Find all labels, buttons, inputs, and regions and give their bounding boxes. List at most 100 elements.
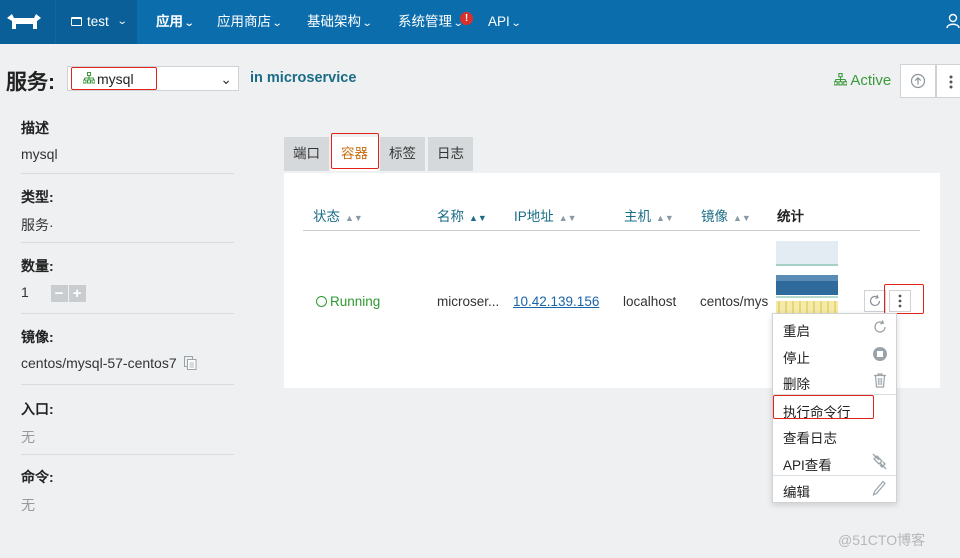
nav-item-api[interactable]: API⌄ xyxy=(488,0,522,44)
column-header-label: 名称 xyxy=(437,209,464,224)
user-icon[interactable] xyxy=(946,13,960,29)
cattle-logo-icon xyxy=(7,14,41,29)
nav-item-label: API xyxy=(488,14,510,29)
logo[interactable] xyxy=(0,0,55,44)
highlight-box xyxy=(884,284,924,314)
chevron-down-icon: ⌄ xyxy=(510,18,522,29)
nav-item-admin[interactable]: 系统管理⌄ xyxy=(398,0,464,44)
column-header-host[interactable]: 主机 ▲▼ xyxy=(624,205,674,225)
decrement-button[interactable]: − xyxy=(50,284,68,302)
column-header-label: 状态 xyxy=(313,209,340,224)
restart-button[interactable] xyxy=(864,290,886,312)
upgrade-button[interactable] xyxy=(900,64,936,98)
nav-item-apps[interactable]: 应用⌄ xyxy=(156,0,195,44)
divider xyxy=(21,313,234,314)
highlight-box xyxy=(331,133,379,169)
service-icon xyxy=(833,73,848,86)
table-header-divider xyxy=(303,230,920,231)
chevron-down-icon: ⌄ xyxy=(361,18,373,29)
service-select[interactable]: mysql ⌄ xyxy=(67,66,239,91)
chevron-down-icon: ⌄ xyxy=(116,16,128,27)
stack-context: in microservice xyxy=(250,70,357,86)
entry-value: 无 xyxy=(21,429,35,445)
entry-section: 入口: 无 xyxy=(21,399,234,447)
highlight-box xyxy=(71,67,157,90)
type-value: 服务· xyxy=(21,217,54,233)
menu-item-view-logs[interactable]: 查看日志 xyxy=(783,427,837,447)
menu-divider xyxy=(773,475,896,476)
nav-item-label: 应用 xyxy=(156,14,183,29)
restart-icon xyxy=(869,294,881,307)
pencil-icon xyxy=(872,480,886,496)
copy-icon[interactable] xyxy=(183,356,197,370)
menu-item-restart[interactable]: 重启 xyxy=(783,320,810,340)
column-header-label: 主机 xyxy=(624,209,651,224)
running-icon xyxy=(316,296,327,307)
divider xyxy=(21,454,234,455)
image-row: centos/mysql-57-centos7 xyxy=(21,355,234,371)
image-section: 镜像: centos/mysql-57-centos7 xyxy=(21,327,234,371)
scale-stepper: − + xyxy=(50,284,87,302)
stop-icon xyxy=(873,347,887,361)
scale-row: 1 − + xyxy=(21,284,234,302)
container-host: localhost xyxy=(623,294,677,309)
service-state: Active xyxy=(833,72,892,89)
scale-label: 数量: xyxy=(21,258,54,274)
page-title: 服务: xyxy=(6,71,55,94)
sort-icon: ▲▼ xyxy=(733,213,751,223)
entry-label: 入口: xyxy=(21,401,54,417)
image-value: centos/mysql-57-centos7 xyxy=(21,355,177,371)
chevron-down-icon: ⌄ xyxy=(452,18,464,29)
increment-button[interactable]: + xyxy=(68,284,86,302)
service-state-label: Active xyxy=(850,72,892,89)
watermark: @51CTO博客 xyxy=(838,532,926,548)
tab-logs[interactable]: 日志 xyxy=(428,137,473,171)
column-header-state[interactable]: 状态 ▲▼ xyxy=(313,205,363,225)
menu-item-view-api[interactable]: API查看 xyxy=(783,454,832,474)
container-ip-link[interactable]: 10.42.139.156 xyxy=(513,294,599,309)
column-header-image[interactable]: 镜像 ▲▼ xyxy=(701,205,751,225)
chevron-down-icon: ⌄ xyxy=(183,18,195,29)
command-label: 命令: xyxy=(21,469,54,485)
column-header-ip[interactable]: IP地址 ▲▼ xyxy=(514,205,577,225)
menu-item-edit[interactable]: 编辑 xyxy=(783,481,810,501)
image-label: 镜像: xyxy=(21,329,54,345)
nav-item-catalog[interactable]: 应用商店⌄ xyxy=(217,0,283,44)
alert-badge: ! xyxy=(460,12,473,25)
tab-labels[interactable]: 标签 xyxy=(380,137,425,171)
trash-icon xyxy=(874,373,886,388)
container-name[interactable]: microser... xyxy=(437,294,499,309)
environment-name: test xyxy=(87,14,109,29)
upgrade-icon xyxy=(910,73,926,89)
tab-ports[interactable]: 端口 xyxy=(284,137,329,171)
sort-icon: ▲▼ xyxy=(558,213,577,223)
column-header-name[interactable]: 名称 ▲▼ xyxy=(437,205,487,225)
menu-item-stop[interactable]: 停止 xyxy=(783,347,810,367)
menu-item-delete[interactable]: 删除 xyxy=(783,373,810,393)
divider xyxy=(21,242,234,243)
top-navigation: test ⌄ 应用⌄ 应用商店⌄ 基础架构⌄ 系统管理⌄ ! API⌄ xyxy=(0,0,960,44)
more-vertical-icon xyxy=(949,75,953,89)
restart-icon xyxy=(874,320,886,333)
nav-item-infrastructure[interactable]: 基础架构⌄ xyxy=(307,0,373,44)
folder-icon xyxy=(71,17,82,26)
column-header-label: IP地址 xyxy=(514,209,554,224)
chevron-down-icon: ⌄ xyxy=(271,18,283,29)
container-image: centos/mysq xyxy=(700,294,768,309)
type-label: 类型: xyxy=(21,189,54,205)
command-section: 命令: 无 xyxy=(21,467,234,515)
description-value: mysql xyxy=(21,146,58,162)
divider xyxy=(21,173,234,174)
more-actions-button[interactable] xyxy=(936,64,960,98)
nav-item-label: 系统管理 xyxy=(398,14,452,29)
nav-item-label: 应用商店 xyxy=(217,14,271,29)
type-section: 类型: 服务· xyxy=(21,187,234,235)
highlight-box xyxy=(773,395,874,419)
container-state-label: Running xyxy=(330,294,381,309)
environment-switcher[interactable]: test ⌄ xyxy=(55,0,137,44)
description-label: 描述 xyxy=(21,120,49,136)
column-header-label: 镜像 xyxy=(701,209,728,224)
divider xyxy=(21,384,234,385)
scale-section: 数量: 1 − + xyxy=(21,256,234,302)
sort-icon: ▲▼ xyxy=(656,213,674,223)
